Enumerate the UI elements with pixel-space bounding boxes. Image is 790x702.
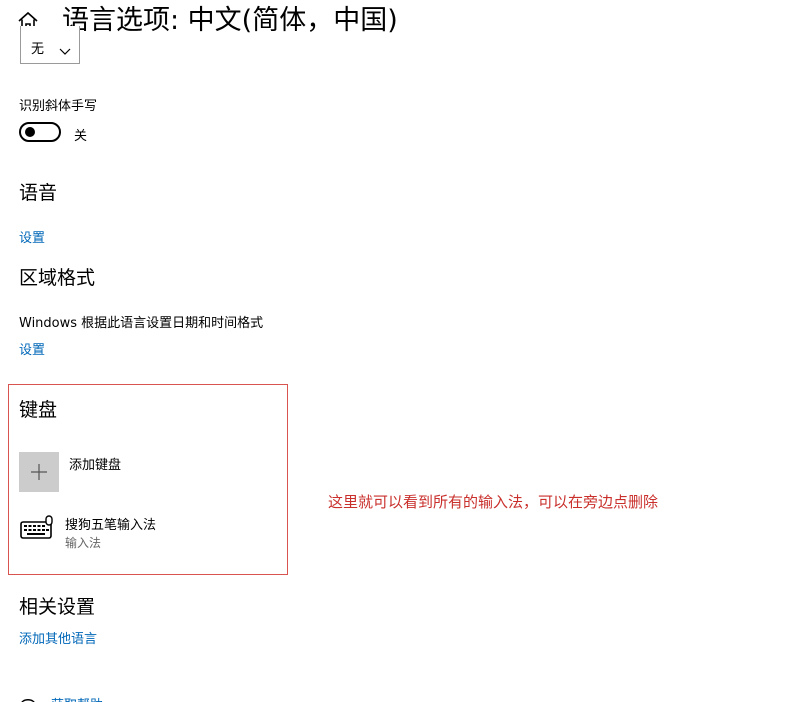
handwriting-mode-dropdown[interactable]: 无 — [20, 26, 80, 64]
page-title: 语言选项: 中文(简体，中国) — [62, 5, 398, 36]
annotation-text: 这里就可以看到所有的输入法，可以在旁边点删除 — [328, 493, 659, 511]
related-settings-heading: 相关设置 — [19, 596, 96, 618]
help-icon[interactable] — [19, 693, 37, 702]
italic-handwriting-toggle[interactable] — [19, 122, 61, 142]
add-other-language-link[interactable]: 添加其他语言 — [19, 628, 97, 647]
region-format-heading: 区域格式 — [19, 267, 96, 289]
speech-heading: 语音 — [19, 182, 58, 204]
keyboard-item-name[interactable]: 搜狗五笔输入法 — [65, 514, 156, 533]
toggle-state-label: 关 — [74, 129, 88, 144]
get-help-link[interactable]: 获取帮助 — [51, 694, 103, 702]
keyboard-heading: 键盘 — [19, 399, 58, 421]
add-keyboard-button[interactable] — [19, 452, 59, 492]
plus-icon — [31, 464, 47, 480]
region-format-description: Windows 根据此语言设置日期和时间格式 — [19, 316, 264, 331]
speech-settings-link[interactable]: 设置 — [19, 227, 45, 246]
italic-handwriting-label: 识别斜体手写 — [19, 99, 98, 114]
dropdown-value: 无 — [31, 42, 45, 57]
language-options-page: 语言选项: 中文(简体，中国) 无 识别斜体手写 关 语音 设置 区域格式 Wi… — [0, 0, 790, 702]
toggle-knob — [25, 127, 35, 137]
keyboard-icon[interactable] — [20, 515, 54, 541]
add-keyboard-label[interactable]: 添加键盘 — [69, 454, 121, 473]
region-settings-link[interactable]: 设置 — [19, 339, 45, 358]
chevron-down-icon — [59, 45, 71, 57]
keyboard-item-type: 输入法 — [65, 536, 102, 550]
